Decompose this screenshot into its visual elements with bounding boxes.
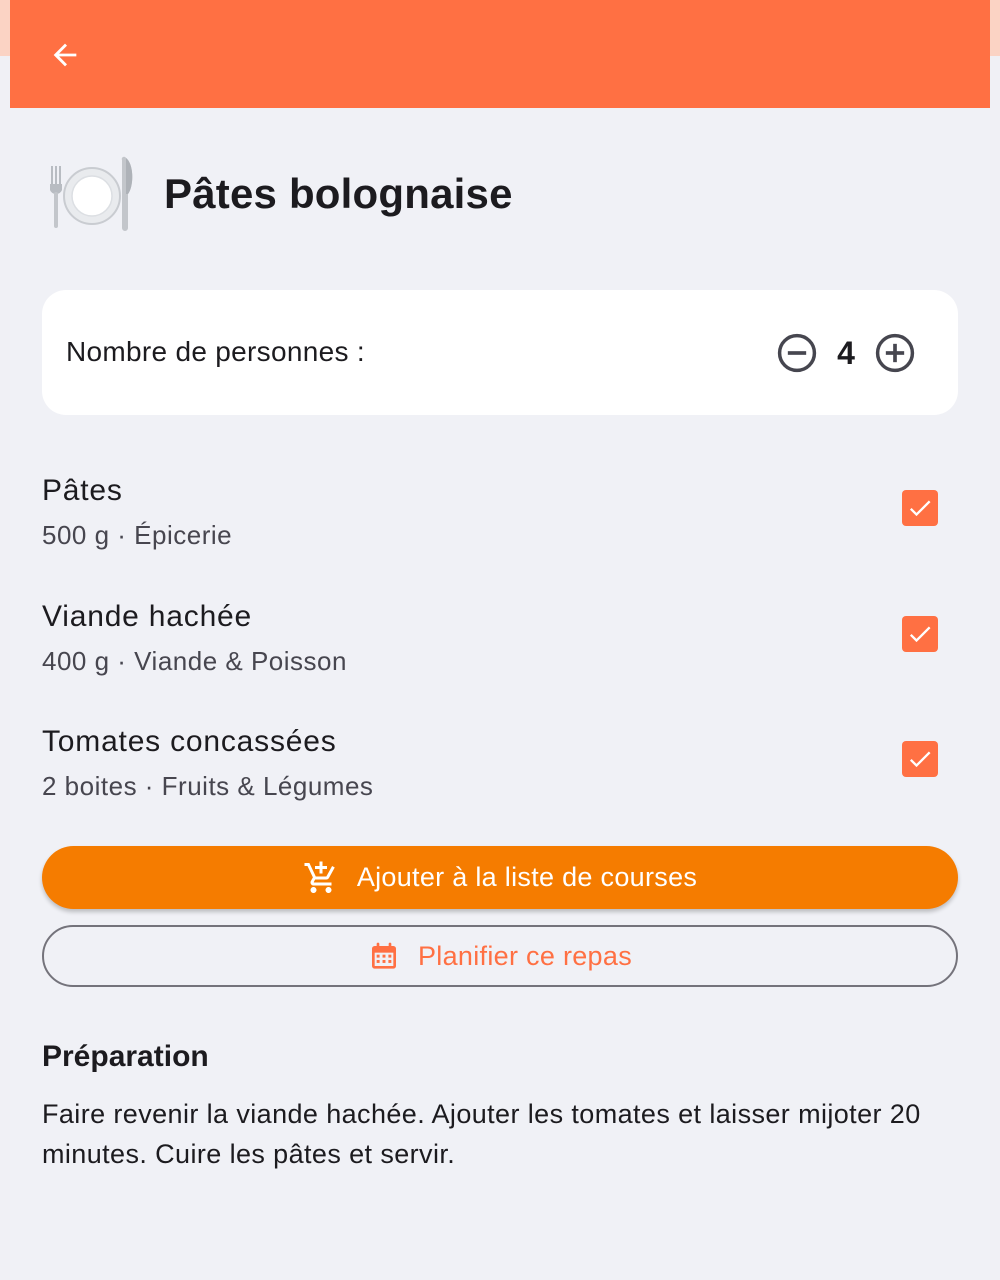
ingredient-detail: 400 g · Viande & Poisson (42, 646, 347, 676)
add-shopping-cart-icon (304, 861, 335, 893)
ingredient-item: Viande hachée 400 g · Viande & Poisson (42, 600, 958, 700)
recipe-detail-screen: Pâtes bolognaise Nombre de personnes : 4 (10, 0, 990, 1280)
plan-meal-button[interactable]: Planifier ce repas (42, 925, 958, 987)
ingredient-checkbox[interactable] (902, 741, 938, 777)
calendar-icon (371, 942, 396, 969)
ingredient-name: Pâtes (42, 474, 123, 507)
decrement-button[interactable] (774, 330, 820, 376)
check-icon (909, 751, 931, 768)
plan-meal-label: Planifier ce repas (417, 940, 632, 971)
preparation-text: Faire revenir la viande hachée. Ajouter … (42, 1099, 921, 1169)
servings-card: Nombre de personnes : 4 (42, 290, 958, 415)
increment-button[interactable] (872, 330, 918, 376)
fork-knife-plate-icon (50, 156, 133, 231)
servings-count: 4 (837, 334, 855, 371)
add-to-shopping-list-label: Ajouter à la liste de courses (356, 862, 698, 892)
add-to-shopping-list-button[interactable]: Ajouter à la liste de courses (42, 846, 958, 909)
ingredient-detail: 2 boites · Fruits & Légumes (42, 771, 374, 801)
remove-circle-outline-icon (777, 333, 817, 373)
add-circle-outline-icon (875, 333, 915, 373)
ingredient-checkbox[interactable] (902, 616, 938, 652)
back-button[interactable] (38, 28, 92, 82)
recipe-title: Pâtes bolognaise (164, 170, 513, 217)
servings-label: Nombre de personnes : (66, 336, 365, 367)
ingredient-item: Tomates concassées 2 boites · Fruits & L… (42, 725, 958, 825)
ingredient-name: Tomates concassées (42, 725, 337, 758)
ingredient-item: Pâtes 500 g · Épicerie (42, 474, 958, 574)
ingredient-checkbox[interactable] (902, 490, 938, 526)
arrow-back-icon (53, 43, 77, 67)
ingredient-name: Viande hachée (42, 600, 253, 633)
check-icon (909, 500, 931, 517)
app-screen: Pâtes bolognaise Nombre de personnes : 4 (0, 0, 1000, 1280)
check-icon (909, 626, 931, 643)
ingredient-detail: 500 g · Épicerie (42, 520, 233, 550)
app-bar (10, 0, 990, 108)
servings-stepper: 4 (774, 330, 918, 376)
preparation-title: Préparation (42, 1040, 209, 1073)
recipe-header: Pâtes bolognaise (42, 152, 942, 236)
